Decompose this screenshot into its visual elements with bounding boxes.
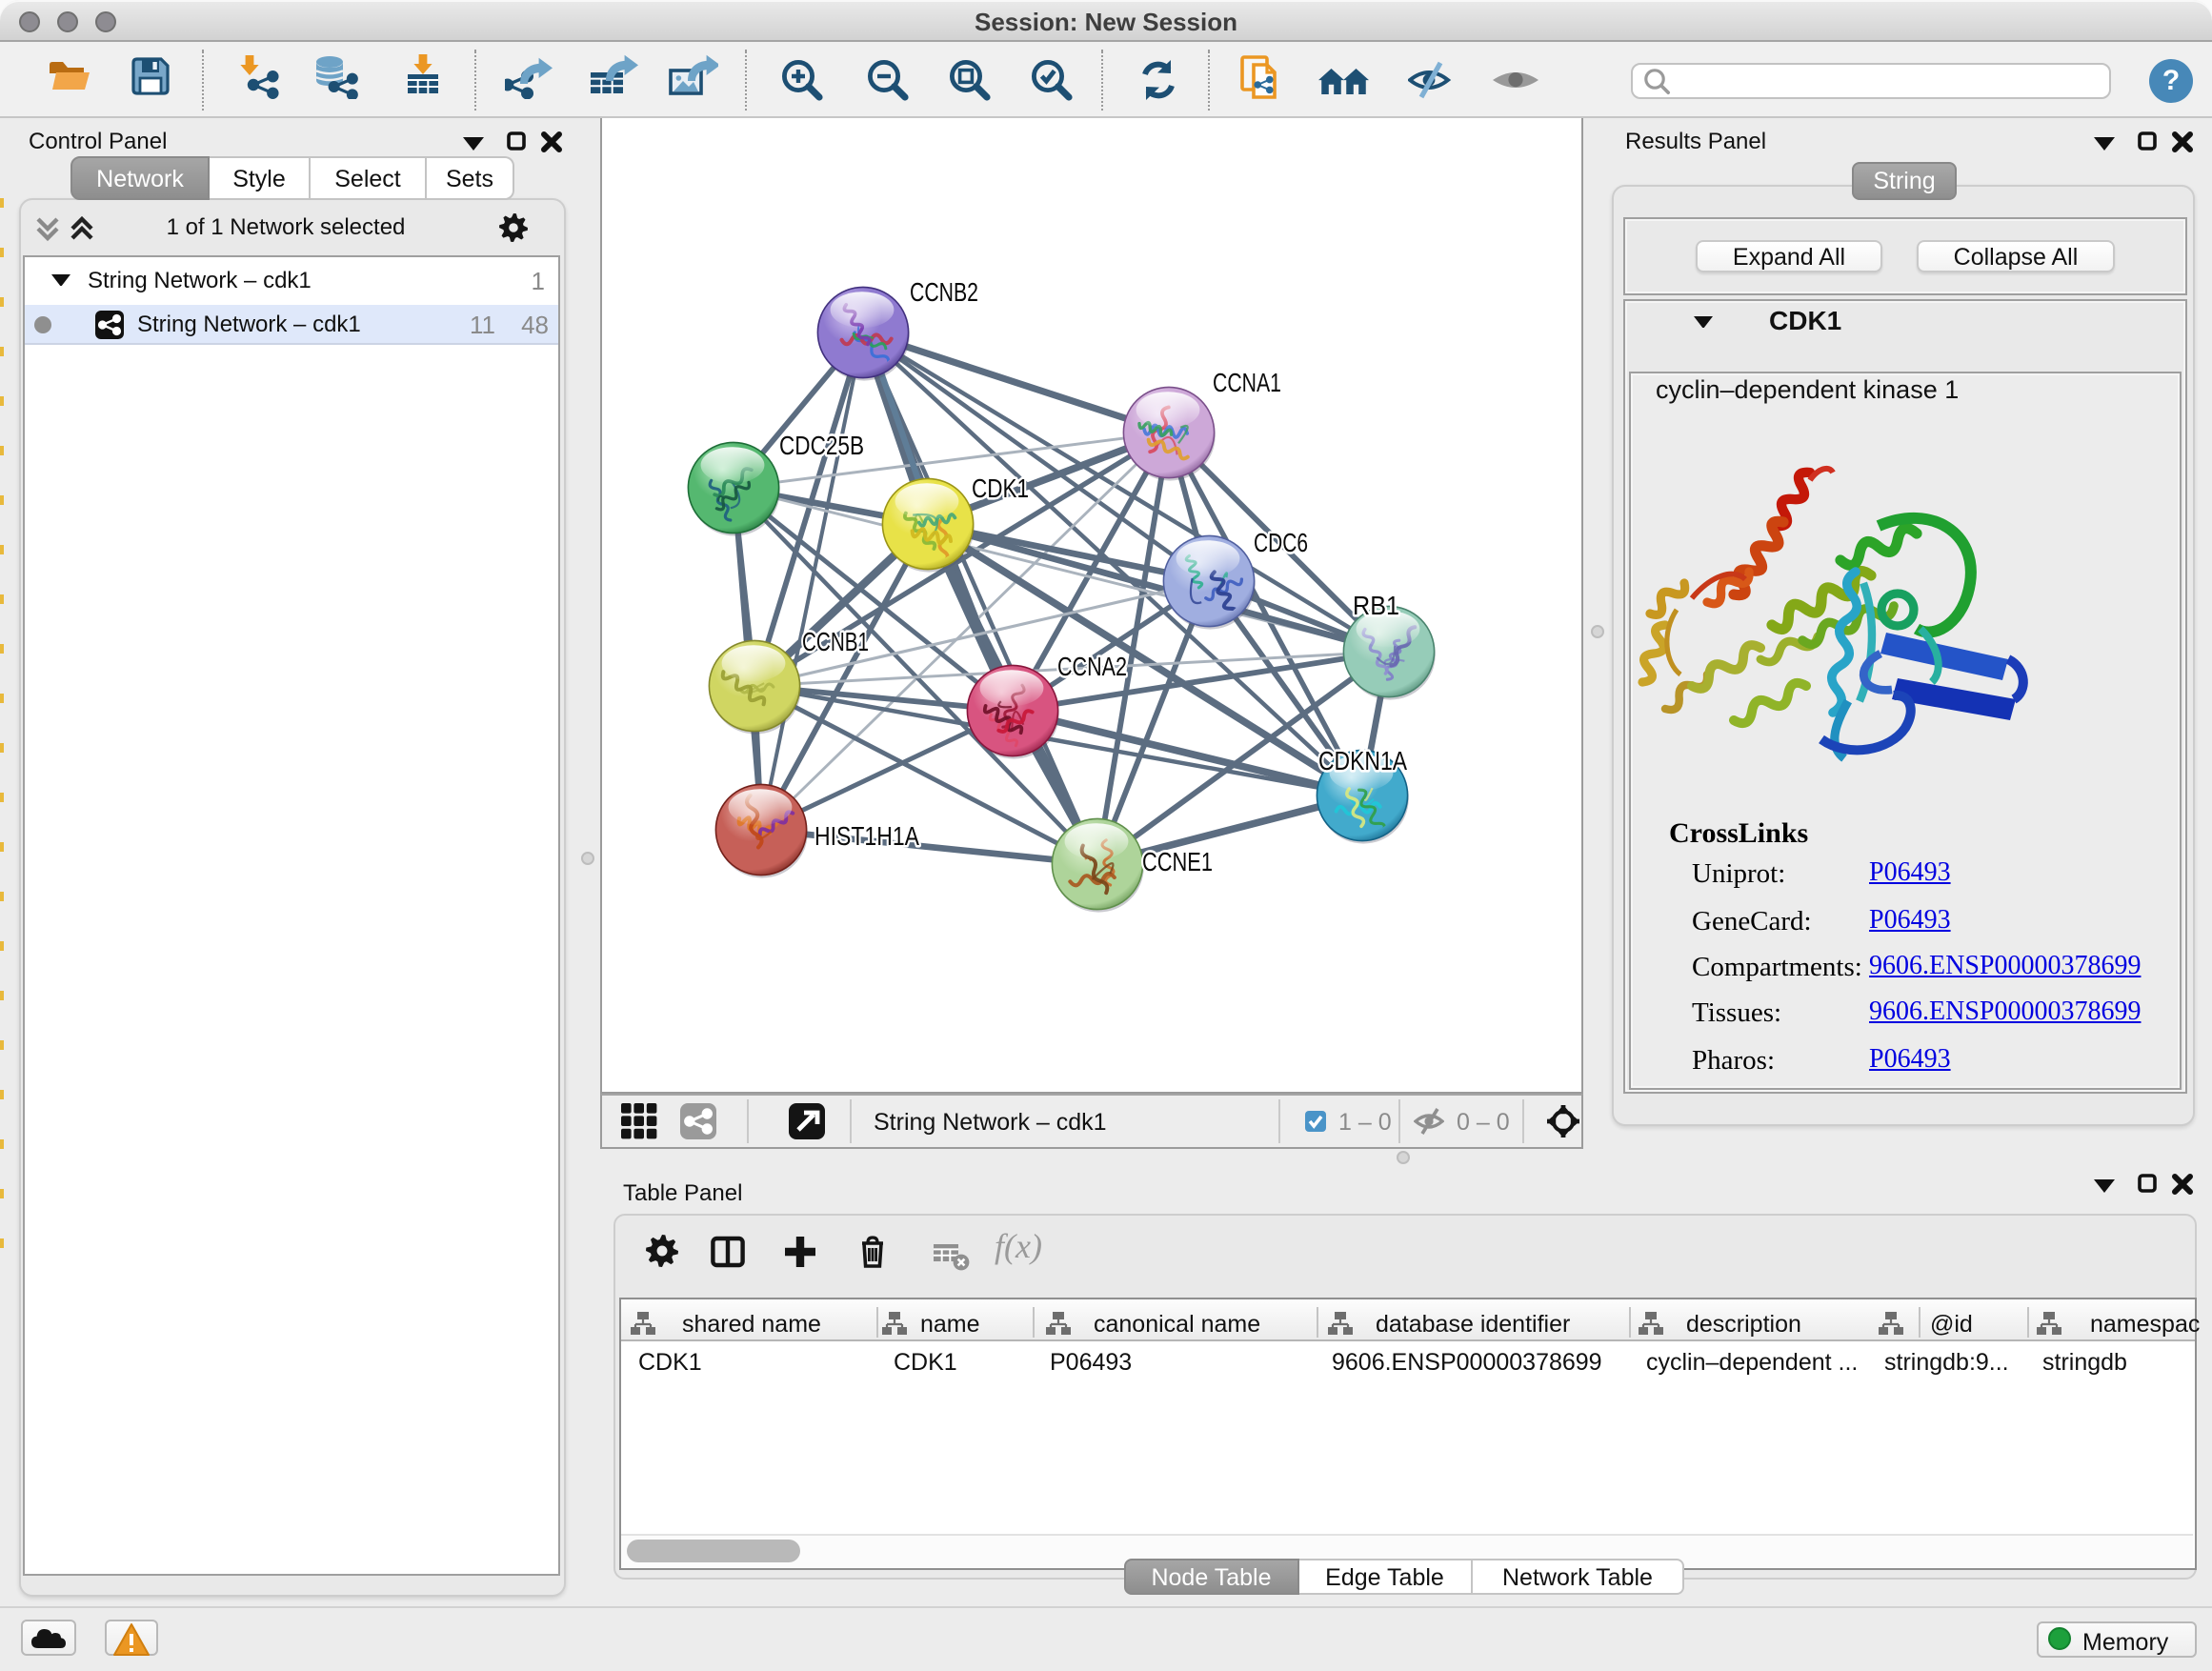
- svg-text:CCNA2: CCNA2: [1056, 652, 1126, 681]
- svg-text:HIST1H1A: HIST1H1A: [814, 821, 918, 851]
- svg-text:CCNB1: CCNB1: [801, 627, 868, 656]
- svg-text:CCNA1: CCNA1: [1212, 368, 1280, 397]
- svg-text:CDC25B: CDC25B: [778, 431, 863, 460]
- svg-text:CDC6: CDC6: [1253, 528, 1307, 557]
- svg-text:CCNE1: CCNE1: [1141, 847, 1212, 876]
- svg-text:RB1: RB1: [1352, 591, 1398, 620]
- svg-text:CDK1: CDK1: [971, 473, 1028, 503]
- svg-text:CDKN1A: CDKN1A: [1317, 746, 1406, 775]
- svg-text:CCNB2: CCNB2: [909, 277, 977, 307]
